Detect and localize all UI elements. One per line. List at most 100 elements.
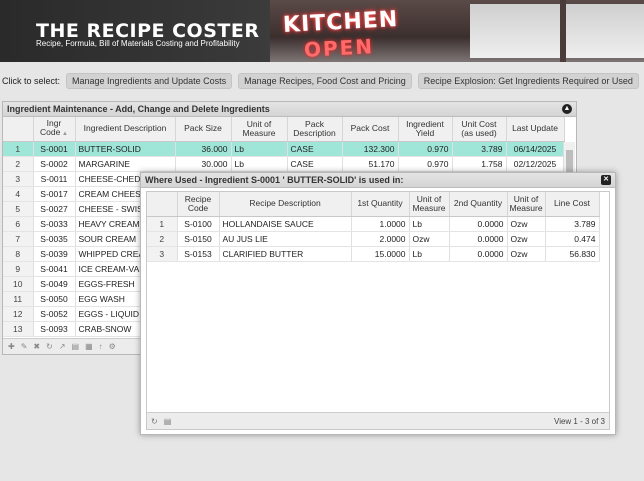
ing-col-header[interactable] (3, 117, 34, 142)
ing-col-header[interactable]: Ingr Code ▲ (33, 117, 76, 142)
table-cell: S-0041 (33, 261, 76, 277)
table-row[interactable]: 1 S-0001 BUTTER-SOLID 36.000 Lb CASE 132.300 0.… (3, 141, 565, 157)
ing-col-header[interactable]: Last Update (506, 117, 565, 142)
close-icon[interactable]: ✕ (601, 175, 611, 185)
table-cell: S-0001 (33, 141, 76, 157)
table-cell: 6 (3, 216, 34, 232)
manage-ingredients-button[interactable]: Manage Ingredients and Update Costs (66, 73, 233, 89)
table-row[interactable]: 2 S-0002 MARGARINE 30.000 Lb CASE 51.170 0.970 1… (3, 156, 565, 172)
print-icon[interactable]: ▤ (164, 417, 172, 426)
wu-col-header[interactable]: Line Cost (545, 192, 600, 217)
table-cell: 0.970 (398, 141, 453, 157)
table-cell: S-0093 (33, 321, 76, 337)
table-cell: CLARIFIED BUTTER (219, 246, 352, 262)
table-cell: 30.000 (175, 156, 232, 172)
table-cell: 9 (3, 261, 34, 277)
edit-icon[interactable]: ✎ (21, 342, 28, 351)
nav-label: Click to select: (2, 76, 61, 86)
table-cell: BUTTER-SOLID (75, 141, 176, 157)
delete-icon[interactable]: ✖ (33, 342, 40, 351)
app-subtitle: Recipe, Formula, Bill of Materials Costi… (36, 39, 240, 48)
wu-col-header[interactable]: Recipe Code (177, 192, 220, 217)
wu-col-header[interactable]: 2nd Quantity (449, 192, 508, 217)
table-row[interactable]: 3 S-0153 CLARIFIED BUTTER 15.0000 Lb 0.0000 Oz… (147, 246, 600, 262)
table-cell: 132.300 (342, 141, 399, 157)
wu-col-header[interactable]: Unit of Measure (507, 192, 546, 217)
header-banner: KITCHEN OPEN THE RECIPE COSTER Recipe, F… (0, 0, 644, 62)
table-cell: S-0011 (33, 171, 76, 187)
ing-col-header[interactable]: Ingredient Yield (398, 117, 453, 142)
ing-col-header[interactable]: Pack Cost (342, 117, 399, 142)
table-cell: 4 (3, 186, 34, 202)
table-cell: 11 (3, 291, 34, 307)
columns-icon[interactable]: ▦ (85, 342, 93, 351)
table-row[interactable]: 2 S-0150 AU JUS LIE 2.0000 Ozw 0.0000 Ozw 0.474 (147, 231, 600, 247)
ing-col-header[interactable]: Pack Description (287, 117, 343, 142)
table-cell: AU JUS LIE (219, 231, 352, 247)
main-nav: Click to select: Manage Ingredients and … (2, 73, 639, 89)
wu-col-header[interactable]: Unit of Measure (409, 192, 450, 217)
ing-col-header[interactable]: Pack Size (175, 117, 232, 142)
ing-col-header[interactable]: Ingredient Description (75, 117, 176, 142)
collapse-icon[interactable]: ▲ (562, 104, 572, 114)
table-cell: 13 (3, 321, 34, 337)
banner-post (560, 0, 566, 62)
ingredient-panel-header: Ingredient Maintenance - Add, Change and… (3, 102, 576, 117)
upload-icon[interactable]: ↑ (99, 342, 103, 351)
table-cell: 15.0000 (351, 246, 410, 262)
table-row[interactable]: 1 S-0100 HOLLANDAISE SAUCE 1.0000 Lb 0.0000 Oz… (147, 216, 600, 232)
table-cell: 0.0000 (449, 216, 508, 232)
table-cell: 3.789 (545, 216, 600, 232)
table-cell: 8 (3, 246, 34, 262)
table-cell: 06/14/2025 (506, 141, 565, 157)
ing-col-header[interactable]: Unit Cost (as used) (452, 117, 507, 142)
where-used-footer: ↻ ▤ View 1 - 3 of 3 (147, 412, 609, 429)
table-cell: S-0027 (33, 201, 76, 217)
table-cell: Ozw (507, 231, 546, 247)
table-cell: 2 (147, 231, 178, 247)
table-cell: 56.830 (545, 246, 600, 262)
ingredient-table-header: Ingr Code ▲ Ingredient Description Pack Si… (3, 117, 565, 142)
settings-icon[interactable]: ⚙ (109, 342, 116, 351)
recipe-explosion-button[interactable]: Recipe Explosion: Get Ingredients Requir… (417, 73, 639, 89)
table-cell: 02/12/2025 (506, 156, 565, 172)
where-used-header: Where Used - Ingredient S-0001 ' BUTTER-… (141, 173, 615, 188)
table-cell: CASE (287, 141, 343, 157)
table-cell: S-0052 (33, 306, 76, 322)
table-cell: 1 (147, 216, 178, 232)
manage-recipes-button[interactable]: Manage Recipes, Food Cost and Pricing (238, 73, 412, 89)
ing-col-header[interactable]: Unit of Measure (231, 117, 288, 142)
table-cell: Ozw (409, 231, 450, 247)
table-cell: Lb (409, 246, 450, 262)
where-used-grid: Recipe Code Recipe Description 1st Quantit… (146, 191, 610, 430)
table-cell: 1.758 (452, 156, 507, 172)
table-cell: S-0002 (33, 156, 76, 172)
refresh-icon[interactable]: ↻ (46, 342, 53, 351)
open-sign: OPEN (303, 34, 375, 62)
sort-icon[interactable]: ▲ (60, 131, 68, 137)
table-cell: 0.970 (398, 156, 453, 172)
table-cell: 0.474 (545, 231, 600, 247)
record-count: View 1 - 3 of 3 (554, 416, 605, 426)
where-used-table-header: Recipe Code Recipe Description 1st Quantit… (147, 192, 600, 217)
table-cell: S-0035 (33, 231, 76, 247)
table-cell: S-0049 (33, 276, 76, 292)
wu-col-header[interactable]: Recipe Description (219, 192, 352, 217)
table-cell: S-0153 (177, 246, 220, 262)
table-cell: 2.0000 (351, 231, 410, 247)
table-cell: 10 (3, 276, 34, 292)
table-cell: 2 (3, 156, 34, 172)
table-cell: S-0050 (33, 291, 76, 307)
print-icon[interactable]: ▤ (72, 342, 80, 351)
table-cell: 51.170 (342, 156, 399, 172)
add-icon[interactable]: ✚ (8, 342, 15, 351)
table-cell: S-0017 (33, 186, 76, 202)
table-cell: CASE (287, 156, 343, 172)
wu-col-header[interactable]: 1st Quantity (351, 192, 410, 217)
refresh-icon[interactable]: ↻ (151, 417, 158, 426)
export-icon[interactable]: ↗ (59, 342, 66, 351)
ingredient-panel-title: Ingredient Maintenance - Add, Change and… (7, 104, 270, 114)
where-used-table: Recipe Code Recipe Description 1st Quantit… (147, 192, 600, 262)
wu-col-header[interactable] (147, 192, 178, 217)
table-cell: MARGARINE (75, 156, 176, 172)
